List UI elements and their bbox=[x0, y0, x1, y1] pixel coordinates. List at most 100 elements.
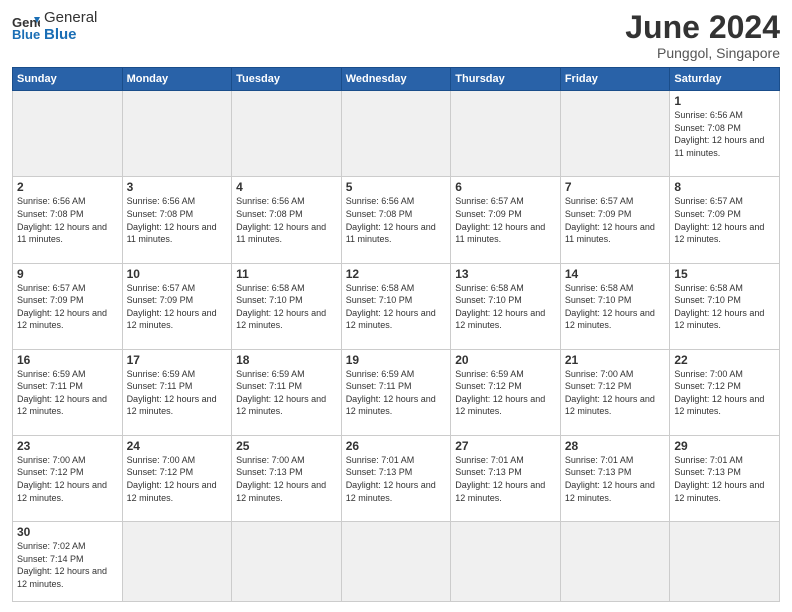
day-info: Sunrise: 6:57 AM Sunset: 7:09 PM Dayligh… bbox=[674, 195, 775, 245]
day-info: Sunrise: 7:01 AM Sunset: 7:13 PM Dayligh… bbox=[455, 454, 556, 504]
col-header-wednesday: Wednesday bbox=[341, 68, 451, 91]
day-number: 17 bbox=[127, 353, 228, 367]
col-header-thursday: Thursday bbox=[451, 68, 561, 91]
calendar-cell bbox=[451, 91, 561, 177]
month-title: June 2024 bbox=[625, 10, 780, 45]
calendar-cell bbox=[232, 521, 342, 601]
calendar-cell: 23Sunrise: 7:00 AM Sunset: 7:12 PM Dayli… bbox=[13, 435, 123, 521]
day-number: 5 bbox=[346, 180, 447, 194]
calendar-cell: 8Sunrise: 6:57 AM Sunset: 7:09 PM Daylig… bbox=[670, 177, 780, 263]
day-info: Sunrise: 6:56 AM Sunset: 7:08 PM Dayligh… bbox=[236, 195, 337, 245]
logo-general-text: General bbox=[44, 10, 97, 27]
calendar-cell bbox=[560, 91, 670, 177]
day-number: 30 bbox=[17, 525, 118, 539]
calendar-cell: 3Sunrise: 6:56 AM Sunset: 7:08 PM Daylig… bbox=[122, 177, 232, 263]
day-number: 3 bbox=[127, 180, 228, 194]
calendar-week-2: 2Sunrise: 6:56 AM Sunset: 7:08 PM Daylig… bbox=[13, 177, 780, 263]
day-info: Sunrise: 6:58 AM Sunset: 7:10 PM Dayligh… bbox=[455, 282, 556, 332]
logo-blue-text: Blue bbox=[44, 27, 97, 44]
day-number: 16 bbox=[17, 353, 118, 367]
day-number: 22 bbox=[674, 353, 775, 367]
generalblue-logo-icon: General Blue bbox=[12, 13, 40, 41]
day-number: 12 bbox=[346, 267, 447, 281]
day-info: Sunrise: 7:01 AM Sunset: 7:13 PM Dayligh… bbox=[674, 454, 775, 504]
col-header-friday: Friday bbox=[560, 68, 670, 91]
day-number: 29 bbox=[674, 439, 775, 453]
calendar-cell: 6Sunrise: 6:57 AM Sunset: 7:09 PM Daylig… bbox=[451, 177, 561, 263]
day-info: Sunrise: 7:00 AM Sunset: 7:12 PM Dayligh… bbox=[127, 454, 228, 504]
logo: General Blue General Blue bbox=[12, 10, 97, 43]
title-block: June 2024 Punggol, Singapore bbox=[625, 10, 780, 61]
calendar-cell: 17Sunrise: 6:59 AM Sunset: 7:11 PM Dayli… bbox=[122, 349, 232, 435]
day-number: 13 bbox=[455, 267, 556, 281]
calendar-cell: 20Sunrise: 6:59 AM Sunset: 7:12 PM Dayli… bbox=[451, 349, 561, 435]
col-header-tuesday: Tuesday bbox=[232, 68, 342, 91]
day-info: Sunrise: 6:56 AM Sunset: 7:08 PM Dayligh… bbox=[17, 195, 118, 245]
calendar-cell: 21Sunrise: 7:00 AM Sunset: 7:12 PM Dayli… bbox=[560, 349, 670, 435]
calendar-cell bbox=[122, 91, 232, 177]
calendar-week-4: 16 Sunrise: 6:59 AM Sunset: 7:11 PM Dayli… bbox=[13, 349, 780, 435]
calendar-cell bbox=[232, 91, 342, 177]
day-info: Sunrise: 7:00 AM Sunset: 7:12 PM Dayligh… bbox=[17, 454, 118, 504]
calendar-cell bbox=[13, 91, 123, 177]
day-number: 11 bbox=[236, 267, 337, 281]
day-info: Sunrise: 7:01 AM Sunset: 7:13 PM Dayligh… bbox=[565, 454, 666, 504]
calendar-cell bbox=[122, 521, 232, 601]
calendar-cell: 19Sunrise: 6:59 AM Sunset: 7:11 PM Dayli… bbox=[341, 349, 451, 435]
day-info: Sunrise: 6:59 AM Sunset: 7:11 PM Dayligh… bbox=[127, 368, 228, 418]
day-number: 23 bbox=[17, 439, 118, 453]
day-info: Sunrise: 6:56 AM Sunset: 7:08 PM Dayligh… bbox=[346, 195, 447, 245]
page: General Blue General Blue June 2024 Pung… bbox=[0, 0, 792, 612]
calendar-cell: 1Sunrise: 6:56 AM Sunset: 7:08 PM Daylig… bbox=[670, 91, 780, 177]
day-number: 7 bbox=[565, 180, 666, 194]
svg-text:Blue: Blue bbox=[12, 27, 40, 41]
day-info: Sunrise: 6:58 AM Sunset: 7:10 PM Dayligh… bbox=[236, 282, 337, 332]
day-info: Sunrise: 7:02 AM Sunset: 7:14 PM Dayligh… bbox=[17, 540, 118, 590]
calendar-cell: 5Sunrise: 6:56 AM Sunset: 7:08 PM Daylig… bbox=[341, 177, 451, 263]
location: Punggol, Singapore bbox=[625, 45, 780, 61]
day-number: 28 bbox=[565, 439, 666, 453]
day-number: 2 bbox=[17, 180, 118, 194]
calendar-cell: 13Sunrise: 6:58 AM Sunset: 7:10 PM Dayli… bbox=[451, 263, 561, 349]
day-number: 6 bbox=[455, 180, 556, 194]
day-info: Sunrise: 7:01 AM Sunset: 7:13 PM Dayligh… bbox=[346, 454, 447, 504]
day-number: 1 bbox=[674, 94, 775, 108]
calendar-cell: 25Sunrise: 7:00 AM Sunset: 7:13 PM Dayli… bbox=[232, 435, 342, 521]
day-info: Sunrise: 7:00 AM Sunset: 7:13 PM Dayligh… bbox=[236, 454, 337, 504]
calendar-cell: 16Sunrise: 6:59 AM Sunset: 7:11 PM Dayli… bbox=[13, 349, 123, 435]
day-info: Sunrise: 6:58 AM Sunset: 7:10 PM Dayligh… bbox=[565, 282, 666, 332]
day-info: Sunrise: 7:00 AM Sunset: 7:12 PM Dayligh… bbox=[674, 368, 775, 418]
day-number: 26 bbox=[346, 439, 447, 453]
calendar-table: SundayMondayTuesdayWednesdayThursdayFrid… bbox=[12, 67, 780, 602]
calendar-cell: 7Sunrise: 6:57 AM Sunset: 7:09 PM Daylig… bbox=[560, 177, 670, 263]
day-info: Sunrise: 6:59 AM Sunset: 7:11 PM Dayligh… bbox=[346, 368, 447, 418]
calendar-cell: 29Sunrise: 7:01 AM Sunset: 7:13 PM Dayli… bbox=[670, 435, 780, 521]
calendar-week-6: 30Sunrise: 7:02 AM Sunset: 7:14 PM Dayli… bbox=[13, 521, 780, 601]
calendar-cell bbox=[451, 521, 561, 601]
day-number: 27 bbox=[455, 439, 556, 453]
calendar-cell: 22Sunrise: 7:00 AM Sunset: 7:12 PM Dayli… bbox=[670, 349, 780, 435]
calendar-week-1: 1Sunrise: 6:56 AM Sunset: 7:08 PM Daylig… bbox=[13, 91, 780, 177]
day-number: 4 bbox=[236, 180, 337, 194]
calendar-cell: 4Sunrise: 6:56 AM Sunset: 7:08 PM Daylig… bbox=[232, 177, 342, 263]
day-number: 19 bbox=[346, 353, 447, 367]
day-info: Sunrise: 6:58 AM Sunset: 7:10 PM Dayligh… bbox=[346, 282, 447, 332]
day-number: 9 bbox=[17, 267, 118, 281]
calendar-cell bbox=[560, 521, 670, 601]
day-number: 20 bbox=[455, 353, 556, 367]
calendar-cell: 30Sunrise: 7:02 AM Sunset: 7:14 PM Dayli… bbox=[13, 521, 123, 601]
calendar-week-5: 23Sunrise: 7:00 AM Sunset: 7:12 PM Dayli… bbox=[13, 435, 780, 521]
col-header-monday: Monday bbox=[122, 68, 232, 91]
header: General Blue General Blue June 2024 Pung… bbox=[12, 10, 780, 61]
calendar-cell: 9Sunrise: 6:57 AM Sunset: 7:09 PM Daylig… bbox=[13, 263, 123, 349]
day-info: Sunrise: 6:57 AM Sunset: 7:09 PM Dayligh… bbox=[565, 195, 666, 245]
day-number: 15 bbox=[674, 267, 775, 281]
calendar-cell: 27Sunrise: 7:01 AM Sunset: 7:13 PM Dayli… bbox=[451, 435, 561, 521]
day-info: Sunrise: 6:59 AM Sunset: 7:12 PM Dayligh… bbox=[455, 368, 556, 418]
day-info: Sunrise: 6:57 AM Sunset: 7:09 PM Dayligh… bbox=[455, 195, 556, 245]
calendar-cell: 11Sunrise: 6:58 AM Sunset: 7:10 PM Dayli… bbox=[232, 263, 342, 349]
col-header-saturday: Saturday bbox=[670, 68, 780, 91]
day-number: 14 bbox=[565, 267, 666, 281]
calendar-cell: 18Sunrise: 6:59 AM Sunset: 7:11 PM Dayli… bbox=[232, 349, 342, 435]
calendar-cell: 14Sunrise: 6:58 AM Sunset: 7:10 PM Dayli… bbox=[560, 263, 670, 349]
